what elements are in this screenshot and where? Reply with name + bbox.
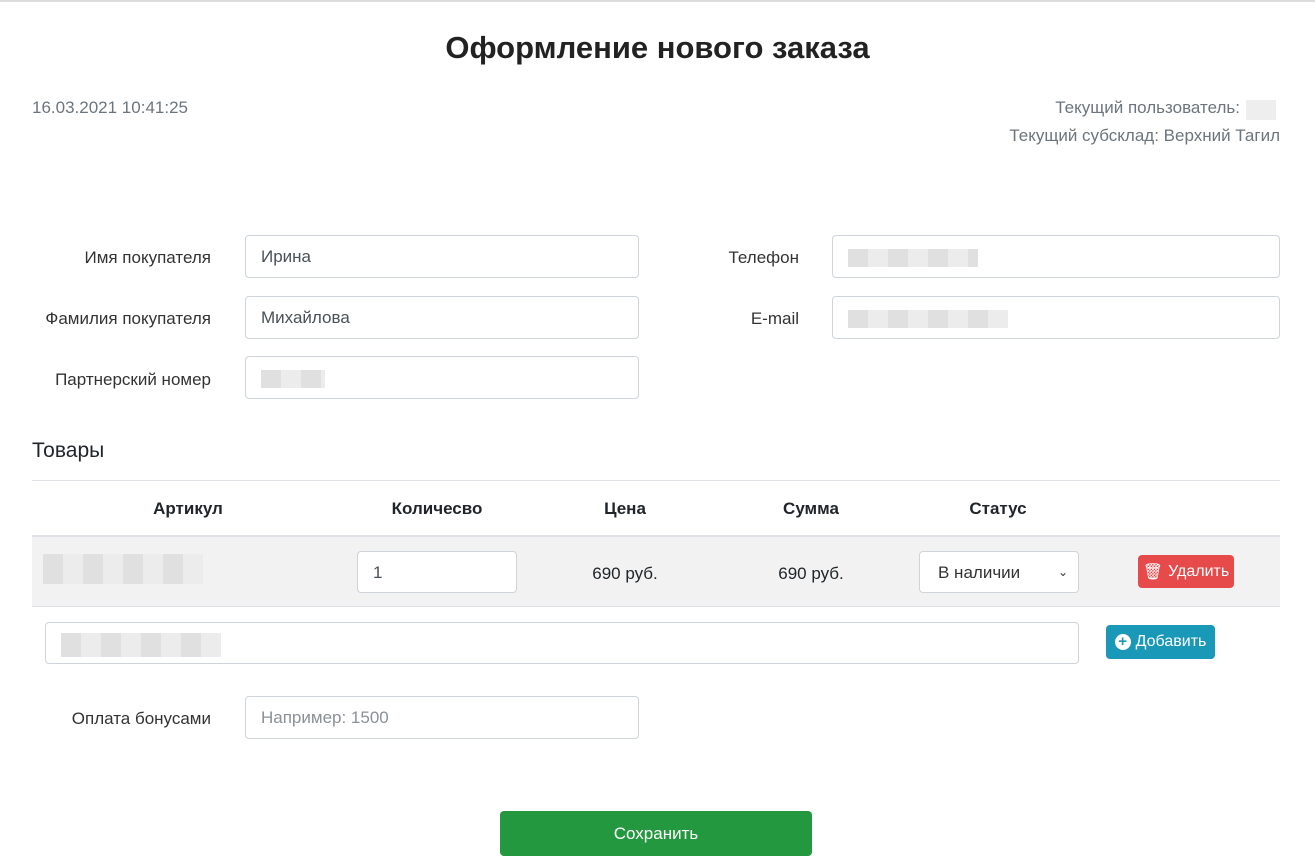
delete-button[interactable]: 🗑 Удалить [1138,555,1234,588]
current-user-label: Текущий пользователь: [1055,98,1240,117]
partner-number-input[interactable] [245,356,639,399]
plus-circle-icon: + [1114,634,1131,650]
col-sum: Сумма [783,499,839,518]
last-name-input[interactable]: Михайлова [245,296,639,339]
goods-title: Товары [32,439,105,462]
datetime: 16.03.2021 10:41:25 [32,98,188,117]
add-button[interactable]: + Добавить [1106,625,1215,659]
delete-label: Удалить [1168,562,1230,580]
current-subwarehouse: Текущий субсклад: Верхний Тагил [1009,126,1280,145]
phone-label: Телефон [728,248,799,267]
col-status: Статус [969,499,1027,518]
last-name-label: Фамилия покупателя [45,309,211,328]
status-select[interactable]: В наличии ⌄ [919,551,1079,593]
article-search-input[interactable] [45,622,1079,664]
divider [32,480,1280,481]
save-button[interactable]: Сохранить [500,811,812,856]
col-article: Артикул [153,499,223,518]
add-label: Добавить [1135,633,1207,650]
email-label: E-mail [750,309,799,328]
quantity-input[interactable]: 1 [357,551,517,593]
bonus-input[interactable]: Например: 1500 [245,696,639,739]
phone-input[interactable] [832,235,1280,278]
col-quantity: Количесво [391,499,483,518]
trash-icon: 🗑 [1142,563,1164,581]
status-value: В наличии [938,563,1021,582]
chevron-down-icon: ⌄ [1057,565,1068,579]
current-user-redacted [1246,100,1276,120]
col-price: Цена [604,499,646,518]
bonus-label: Оплата бонусами [71,709,211,728]
sum-cell: 690 руб. [778,564,844,583]
first-name-input[interactable]: Ирина [245,235,639,278]
email-input[interactable] [832,296,1280,339]
page-title: Оформление нового заказа [445,30,870,65]
article-redacted [43,554,203,584]
first-name-label: Имя покупателя [84,248,211,267]
price-cell: 690 руб. [592,564,658,583]
partner-number-label: Партнерский номер [55,370,211,389]
